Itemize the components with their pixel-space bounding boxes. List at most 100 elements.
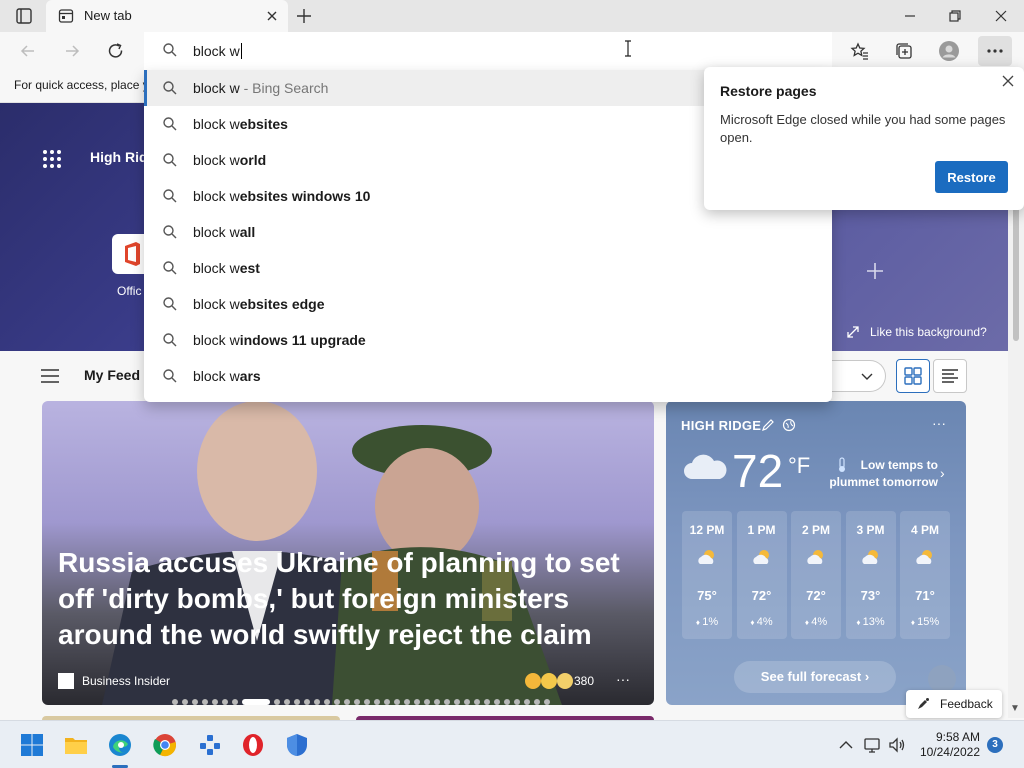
carousel-dot[interactable] <box>384 698 390 705</box>
address-input[interactable]: block w <box>193 43 242 59</box>
carousel-dot[interactable] <box>232 698 238 705</box>
network-icon[interactable] <box>862 735 882 755</box>
weather-more-options[interactable]: ··· <box>932 415 946 431</box>
carousel-dot[interactable] <box>524 698 530 705</box>
search-icon <box>163 369 177 383</box>
weather-assistant-avatar[interactable] <box>928 665 956 693</box>
back-icon[interactable] <box>18 41 38 61</box>
news-headline[interactable]: Russia accuses Ukraine of planning to se… <box>58 545 648 653</box>
app-launcher-icon[interactable] <box>42 149 62 169</box>
like-background-link[interactable]: Like this background? <box>846 325 987 339</box>
menu-icon[interactable] <box>40 368 60 384</box>
carousel-dot[interactable] <box>202 698 208 705</box>
collections-icon[interactable] <box>894 41 914 61</box>
carousel-dot[interactable] <box>444 698 450 705</box>
suggestion-item[interactable]: block windows 11 upgrade <box>144 322 832 358</box>
minimize-icon[interactable] <box>900 6 920 26</box>
tab-actions-icon[interactable] <box>10 6 38 26</box>
carousel-dot[interactable] <box>364 698 370 705</box>
app-network-icon[interactable] <box>198 733 222 757</box>
file-explorer-icon[interactable] <box>64 733 88 757</box>
temperature-unit[interactable]: °F <box>788 453 810 479</box>
globe-icon[interactable] <box>782 418 796 432</box>
carousel-dot[interactable] <box>394 698 400 705</box>
news-card[interactable]: Russia accuses Ukraine of planning to se… <box>42 401 654 705</box>
grid-layout-button[interactable] <box>896 359 930 393</box>
carousel-dot[interactable] <box>182 698 188 705</box>
news-more-options[interactable]: ··· <box>616 671 630 687</box>
carousel-dot[interactable] <box>454 698 460 705</box>
list-layout-button[interactable] <box>933 359 967 393</box>
weather-location-link[interactable]: High Rid <box>90 149 148 165</box>
favorites-icon[interactable] <box>850 41 870 61</box>
restore-window-icon[interactable] <box>945 6 965 26</box>
carousel-dot[interactable] <box>534 698 540 705</box>
security-shield-icon[interactable] <box>285 733 309 757</box>
suggestion-item[interactable]: block wars <box>144 358 832 394</box>
carousel-dot[interactable] <box>192 698 198 705</box>
close-icon[interactable] <box>1000 73 1016 89</box>
carousel-dot[interactable] <box>334 698 340 705</box>
see-full-forecast-button[interactable]: See full forecast › <box>734 661 896 693</box>
tab-close-icon[interactable] <box>264 8 280 24</box>
carousel-dots[interactable] <box>172 693 554 705</box>
suggestion-item[interactable]: block websites edge <box>144 286 832 322</box>
carousel-dot[interactable] <box>172 698 178 705</box>
edit-pencil-icon[interactable] <box>761 418 775 432</box>
notification-badge[interactable]: 3 <box>987 737 1003 753</box>
carousel-dot[interactable] <box>212 698 218 705</box>
scroll-down-arrow-icon[interactable]: ▼ <box>1010 703 1020 714</box>
carousel-dot[interactable] <box>284 698 290 705</box>
carousel-dot[interactable] <box>404 698 410 705</box>
hourly-forecast-item[interactable]: 3 PM 73° ♦ 13% <box>845 511 896 639</box>
refresh-icon[interactable] <box>106 41 126 61</box>
hourly-forecast-item[interactable]: 2 PM 72° ♦ 4% <box>791 511 841 639</box>
address-bar[interactable]: block w <box>144 32 832 70</box>
carousel-dot[interactable] <box>484 698 490 705</box>
carousel-dot[interactable] <box>464 698 470 705</box>
carousel-dot[interactable] <box>474 698 480 705</box>
carousel-dot[interactable] <box>222 698 228 705</box>
profile-avatar-icon[interactable] <box>939 41 959 61</box>
forward-icon[interactable] <box>62 41 82 61</box>
carousel-dot[interactable] <box>514 698 520 705</box>
suggestion-item[interactable]: block wall <box>144 214 832 250</box>
restore-button[interactable]: Restore <box>935 161 1008 193</box>
hourly-forecast-item[interactable]: 1 PM 72° ♦ 4% <box>736 511 787 639</box>
new-tab-icon[interactable] <box>294 6 314 26</box>
carousel-dot[interactable] <box>304 698 310 705</box>
carousel-dot[interactable] <box>414 698 420 705</box>
carousel-dot[interactable] <box>242 698 270 705</box>
carousel-dot[interactable] <box>274 698 280 705</box>
carousel-dot[interactable] <box>294 698 300 705</box>
suggestion-item[interactable]: block west <box>144 250 832 286</box>
opera-icon[interactable] <box>241 733 265 757</box>
carousel-dot[interactable] <box>494 698 500 705</box>
chrome-icon[interactable] <box>153 733 177 757</box>
hourly-forecast-item[interactable]: 4 PM 71° ♦ 15% <box>900 511 950 639</box>
carousel-dot[interactable] <box>354 698 360 705</box>
chevron-right-icon[interactable]: › <box>940 465 945 481</box>
windows-start-icon[interactable] <box>20 733 44 757</box>
carousel-dot[interactable] <box>544 698 550 705</box>
carousel-dot[interactable] <box>324 698 330 705</box>
carousel-dot[interactable] <box>424 698 430 705</box>
carousel-dot[interactable] <box>374 698 380 705</box>
close-window-icon[interactable] <box>991 6 1011 26</box>
carousel-dot[interactable] <box>504 698 510 705</box>
carousel-dot[interactable] <box>314 698 320 705</box>
system-clock[interactable]: 9:58 AM 10/24/2022 <box>918 730 980 760</box>
my-feed-tab[interactable]: My Feed <box>84 367 140 383</box>
add-shortcut-icon[interactable] <box>864 260 886 282</box>
carousel-dot[interactable] <box>344 698 350 705</box>
tab-new-tab[interactable]: New tab <box>46 0 288 32</box>
edge-browser-icon[interactable] <box>108 733 132 757</box>
feedback-button[interactable]: Feedback <box>906 690 1002 718</box>
weather-alert[interactable]: Low temps to plummet tomorrow <box>816 457 938 491</box>
weather-card[interactable]: HIGH RIDGE ··· 72 °F Low temps to plumme… <box>666 401 966 705</box>
show-hidden-icons-chevron-up-icon[interactable] <box>836 735 856 755</box>
hourly-forecast-item[interactable]: 12 PM 75° ♦ 1% <box>682 511 732 639</box>
volume-icon[interactable] <box>887 735 907 755</box>
settings-more-button[interactable] <box>978 36 1012 66</box>
carousel-dot[interactable] <box>434 698 440 705</box>
